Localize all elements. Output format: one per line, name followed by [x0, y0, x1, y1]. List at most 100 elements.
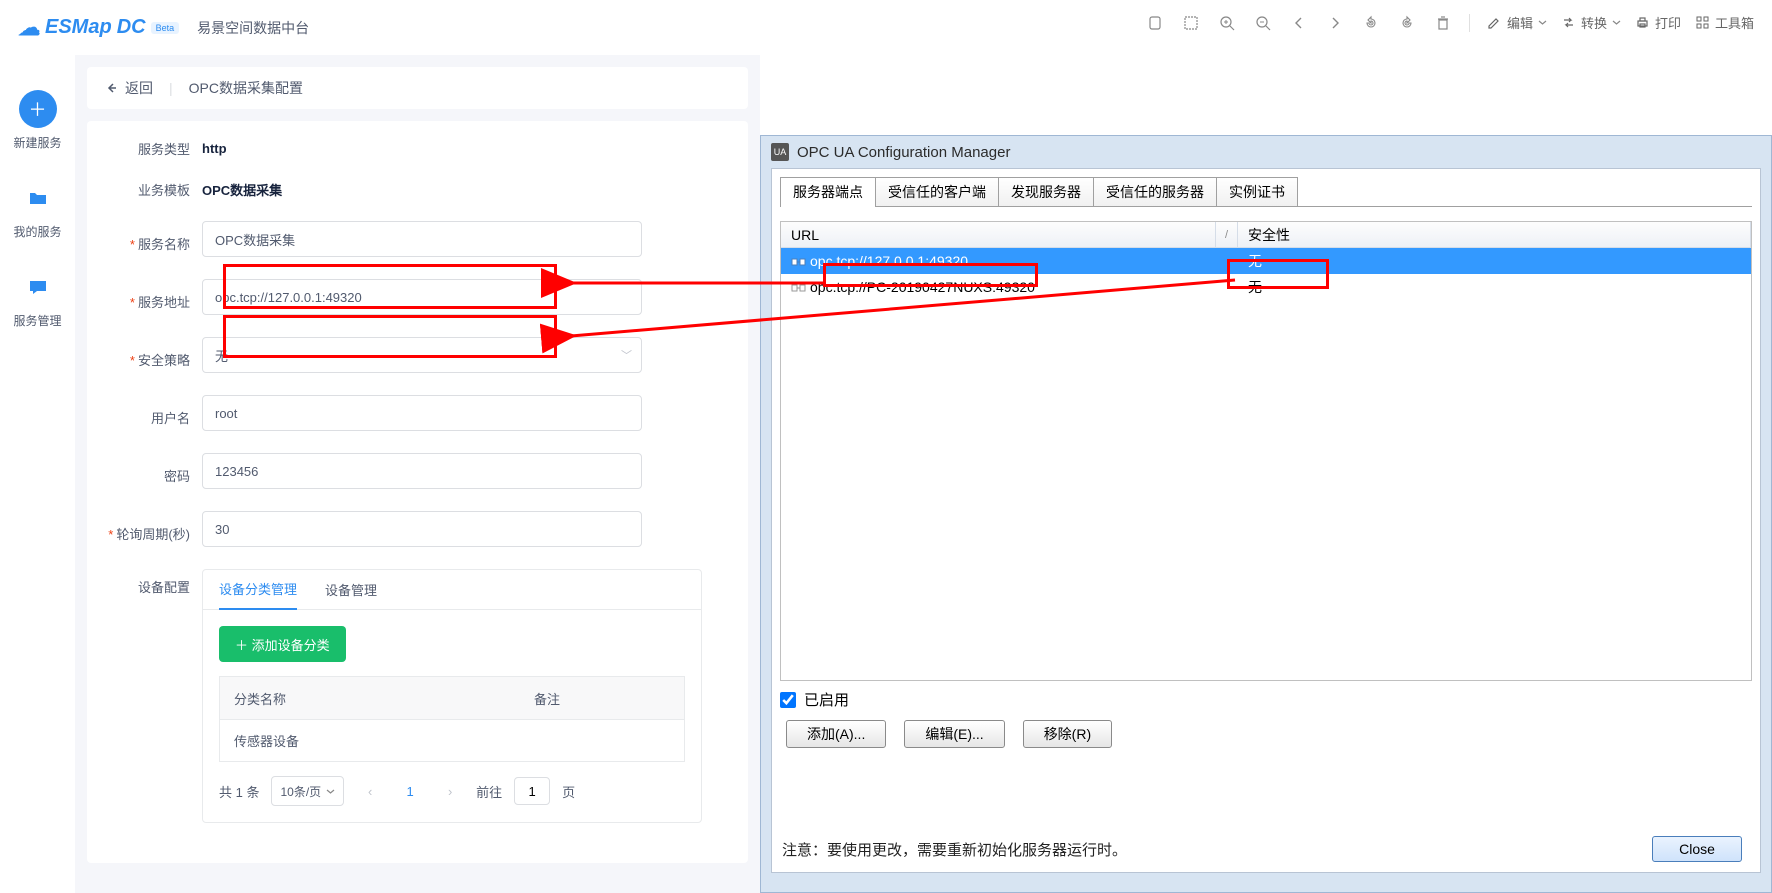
app-icon: UA	[771, 143, 789, 161]
edit-dropdown[interactable]: 编辑	[1487, 13, 1547, 32]
col-name: 分类名称	[220, 677, 520, 719]
tab-server-endpoints[interactable]: 服务器端点	[780, 177, 876, 207]
table-head: 分类名称 备注	[220, 677, 684, 719]
security-label: *安全策略	[107, 350, 202, 369]
device-config-label: 设备配置	[107, 577, 202, 596]
rotate-right-icon[interactable]	[1398, 14, 1416, 32]
poll-label: *轮询周期(秒)	[107, 524, 202, 543]
convert-dropdown[interactable]: 转换	[1561, 13, 1621, 32]
tab-device-mgmt[interactable]: 设备管理	[325, 570, 377, 610]
edit-label: 编辑	[1507, 13, 1533, 32]
opc-config-window: UA OPC UA Configuration Manager 服务器端点 受信…	[760, 135, 1772, 893]
prev-icon[interactable]	[1290, 14, 1308, 32]
app-logo[interactable]: ☁ ESMapDC Beta	[18, 15, 179, 41]
app-name: 易景空间数据中台	[197, 18, 309, 38]
sidebar-item-label: 服务管理	[13, 312, 61, 329]
device-tab-body: ＋ 添加设备分类 分类名称 备注 传感器设备	[203, 610, 701, 822]
rotate-left-icon[interactable]	[1362, 14, 1380, 32]
security-value[interactable]	[202, 337, 642, 373]
security-select[interactable]: ﹀	[202, 337, 642, 373]
zoom-in-icon[interactable]	[1218, 14, 1236, 32]
app-body: ＋ 新建服务 我的服务 服务管理 返回 | OPC数据采集配置	[0, 55, 760, 893]
convert-icon	[1561, 15, 1576, 30]
toolbox-icon	[1695, 15, 1710, 30]
service-name-label: *服务名称	[107, 234, 202, 253]
toolbox-button[interactable]: 工具箱	[1695, 13, 1754, 32]
tab-instance-cert[interactable]: 实例证书	[1216, 177, 1298, 207]
arrow-left-icon	[105, 81, 119, 95]
list-row[interactable]: opc.tcp://127.0.0.1:49320 无	[781, 248, 1751, 274]
cell-security: 无	[1238, 277, 1751, 297]
endpoint-icon	[791, 281, 806, 293]
pager-size-select[interactable]: 10条/页	[271, 776, 344, 806]
header-sort-icon[interactable]: /	[1216, 222, 1238, 247]
device-config-panel: 设备分类管理 设备管理 ＋ 添加设备分类 分类名称 备注	[202, 569, 702, 823]
tab-trusted-clients[interactable]: 受信任的客户端	[875, 177, 999, 207]
close-button[interactable]: Close	[1652, 836, 1742, 862]
service-type-value: http	[202, 141, 227, 156]
add-category-button[interactable]: ＋ 添加设备分类	[219, 626, 346, 662]
header-url[interactable]: URL	[781, 222, 1216, 247]
enabled-row: 已启用	[780, 689, 1752, 710]
remove-button[interactable]: 移除(R)	[1023, 720, 1112, 748]
pager-goto-label: 前往	[476, 782, 502, 801]
chevron-down-icon: ﹀	[621, 347, 632, 363]
cell-security: 无	[1238, 251, 1751, 271]
back-button[interactable]: 返回	[105, 78, 153, 98]
next-icon[interactable]	[1326, 14, 1344, 32]
sidebar-item-label: 我的服务	[13, 223, 61, 240]
chat-icon	[19, 268, 57, 306]
note-text: 注意：要使用更改，需要重新初始化服务器运行时。	[782, 839, 1127, 860]
device-tabs: 设备分类管理 设备管理	[203, 570, 701, 610]
biz-template-label: 业务模板	[107, 180, 202, 199]
delete-icon[interactable]	[1434, 14, 1452, 32]
logo-text: ESMap	[45, 16, 112, 39]
pager-next-button[interactable]: ›	[436, 777, 464, 805]
list-row[interactable]: opc.tcp://PC-20190427NUXS:49320 无	[781, 274, 1751, 300]
chevron-down-icon	[326, 787, 335, 796]
password-input[interactable]	[202, 453, 642, 489]
print-button[interactable]: 打印	[1635, 13, 1681, 32]
sidebar: ＋ 新建服务 我的服务 服务管理	[0, 55, 75, 893]
pager-goto-input[interactable]	[514, 777, 550, 805]
logo-beta: Beta	[151, 22, 180, 34]
sidebar-item-label: 新建服务	[13, 134, 61, 151]
tab-device-category[interactable]: 设备分类管理	[219, 570, 297, 610]
enabled-checkbox[interactable]	[780, 692, 796, 708]
username-input[interactable]	[202, 395, 642, 431]
folder-icon	[19, 179, 57, 217]
pager-current[interactable]: 1	[396, 777, 424, 805]
pager-total: 共 1 条	[219, 782, 259, 801]
service-addr-input[interactable]	[202, 279, 642, 315]
page-title: OPC数据采集配置	[189, 78, 303, 98]
table-row[interactable]: 传感器设备	[220, 719, 684, 761]
add-button[interactable]: 添加(A)...	[786, 720, 886, 748]
pager-page-suffix: 页	[562, 782, 575, 801]
sidebar-item-my-service[interactable]: 我的服务	[10, 174, 65, 245]
sidebar-item-new-service[interactable]: ＋ 新建服务	[10, 85, 65, 156]
chevron-down-icon	[1612, 18, 1621, 27]
col-remark: 备注	[520, 677, 684, 719]
service-name-input[interactable]	[202, 221, 642, 257]
header-security[interactable]: 安全性	[1238, 222, 1751, 247]
chevron-down-icon	[1538, 18, 1547, 27]
edit-icon	[1487, 15, 1502, 30]
zoom-out-icon[interactable]	[1254, 14, 1272, 32]
left-app: ☁ ESMapDC Beta 易景空间数据中台 ＋ 新建服务 我的服务 服务管理	[0, 0, 760, 893]
plus-icon: ＋	[19, 90, 57, 128]
password-label: 密码	[107, 466, 202, 485]
select-icon[interactable]	[1182, 14, 1200, 32]
tab-trusted-servers[interactable]: 受信任的服务器	[1093, 177, 1217, 207]
tab-discovery-servers[interactable]: 发现服务器	[998, 177, 1094, 207]
edit-button[interactable]: 编辑(E)...	[904, 720, 1004, 748]
cell-url: opc.tcp://127.0.0.1:49320	[781, 253, 1238, 269]
poll-input[interactable]	[202, 511, 642, 547]
pager-prev-button[interactable]: ‹	[356, 777, 384, 805]
hand-icon[interactable]	[1146, 14, 1164, 32]
sidebar-item-service-mgmt[interactable]: 服务管理	[10, 263, 65, 334]
config-form: 服务类型 http 业务模板 OPC数据采集 *服务名称 *服务地址 *安全策略	[87, 121, 748, 863]
category-table: 分类名称 备注 传感器设备	[219, 676, 685, 762]
username-label: 用户名	[107, 408, 202, 427]
breadcrumb: 返回 | OPC数据采集配置	[87, 67, 748, 109]
list-headers: URL / 安全性	[781, 222, 1751, 248]
